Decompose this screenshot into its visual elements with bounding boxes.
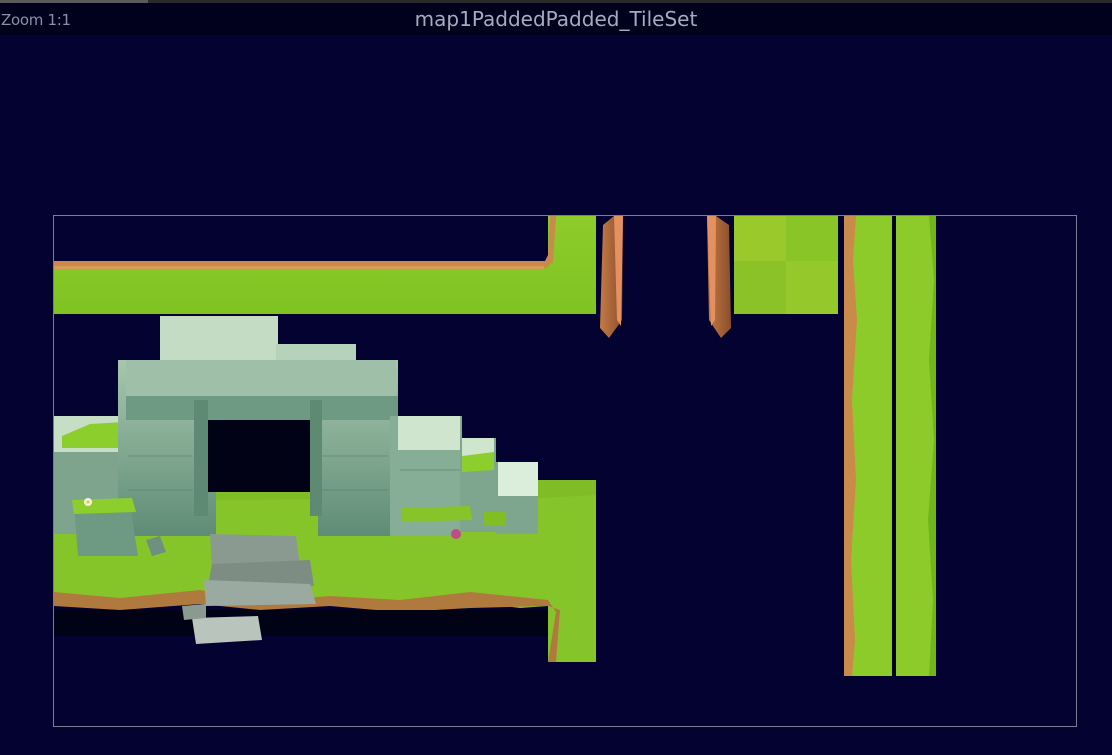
tile-grass-block[interactable]: [734, 216, 838, 314]
tile-wooden-post-left[interactable]: [600, 216, 623, 338]
tile-grass-column-right[interactable]: [896, 216, 936, 676]
tile-ruins-scene[interactable]: [54, 316, 596, 662]
tile-grass-column-left[interactable]: [844, 216, 895, 676]
tile-wooden-post-right[interactable]: [707, 216, 731, 338]
tileset-graphics[interactable]: [0, 0, 1112, 755]
tile-grass-strip[interactable]: [54, 216, 596, 314]
